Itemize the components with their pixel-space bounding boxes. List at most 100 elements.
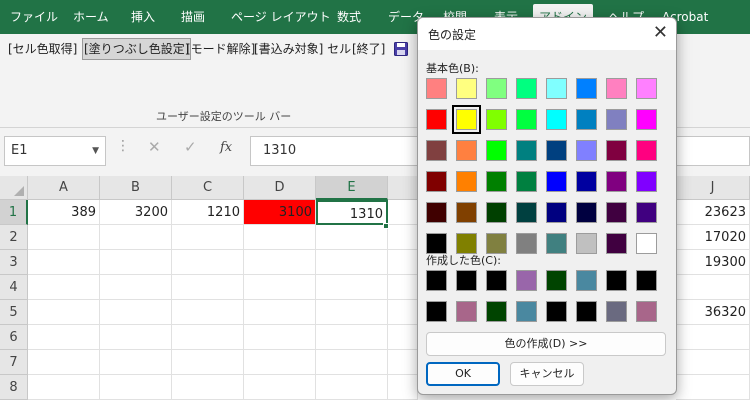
tab-file[interactable]: ファイル — [10, 0, 58, 34]
basic-color-swatch[interactable] — [606, 140, 627, 161]
basic-color-swatch[interactable] — [456, 140, 477, 161]
custom-color-swatch[interactable] — [426, 301, 447, 322]
empty-cell[interactable] — [316, 325, 388, 350]
enter-icon[interactable]: ✓ — [184, 138, 197, 156]
empty-cell[interactable] — [316, 300, 388, 325]
basic-color-swatch[interactable] — [636, 202, 657, 223]
cell-c1[interactable]: 1210 — [172, 200, 244, 225]
col-header-c[interactable]: C — [172, 176, 244, 200]
tab-draw[interactable]: 描画 — [181, 0, 205, 34]
empty-cell[interactable] — [316, 275, 388, 300]
get-cell-color-button[interactable]: [セル色取得] — [6, 38, 79, 60]
col-header-e[interactable]: E — [316, 176, 388, 200]
basic-color-swatch[interactable] — [426, 140, 447, 161]
chevron-down-icon[interactable]: ▼ — [92, 137, 99, 165]
basic-color-swatch[interactable] — [606, 202, 627, 223]
empty-cell[interactable] — [172, 350, 244, 375]
tab-page-layout[interactable]: ページ レイアウト — [231, 0, 331, 34]
close-icon[interactable]: ✕ — [653, 22, 668, 43]
empty-cell[interactable] — [388, 225, 418, 250]
basic-color-swatch[interactable] — [452, 105, 481, 134]
empty-cell[interactable] — [244, 325, 316, 350]
cell-j3[interactable]: 19300 — [676, 250, 750, 275]
col-header-b[interactable]: B — [100, 176, 172, 200]
empty-cell[interactable] — [28, 325, 100, 350]
write-target-button[interactable]: [書込み対象] セル — [252, 38, 353, 60]
empty-cell[interactable] — [388, 300, 418, 325]
empty-cell[interactable] — [316, 375, 388, 400]
custom-color-swatch[interactable] — [636, 270, 657, 291]
basic-color-swatch[interactable] — [486, 171, 507, 192]
basic-color-swatch[interactable] — [426, 109, 447, 130]
empty-cell[interactable] — [100, 250, 172, 275]
cell-j4[interactable] — [676, 275, 750, 300]
basic-color-swatch[interactable] — [576, 233, 597, 254]
dialog-titlebar[interactable]: 色の設定 ✕ — [418, 18, 676, 50]
cell-j5[interactable]: 36320 — [676, 300, 750, 325]
basic-color-swatch[interactable] — [486, 109, 507, 130]
empty-cell[interactable] — [100, 325, 172, 350]
custom-color-swatch[interactable] — [546, 270, 567, 291]
tab-formulas[interactable]: 数式 — [337, 0, 361, 34]
basic-color-swatch[interactable] — [636, 78, 657, 99]
row-header-7[interactable]: 7 — [0, 350, 28, 375]
custom-color-swatch[interactable] — [606, 270, 627, 291]
row-header-6[interactable]: 6 — [0, 325, 28, 350]
empty-cell[interactable] — [316, 225, 388, 250]
custom-color-swatch[interactable] — [426, 270, 447, 291]
basic-color-swatch[interactable] — [576, 140, 597, 161]
row-header-4[interactable]: 4 — [0, 275, 28, 300]
empty-cell[interactable] — [28, 225, 100, 250]
empty-cell[interactable] — [244, 375, 316, 400]
select-all-button[interactable] — [0, 176, 28, 200]
basic-color-swatch[interactable] — [636, 171, 657, 192]
basic-color-swatch[interactable] — [576, 109, 597, 130]
empty-cell[interactable] — [172, 250, 244, 275]
empty-cell[interactable] — [172, 375, 244, 400]
basic-color-swatch[interactable] — [546, 233, 567, 254]
custom-color-swatch[interactable] — [516, 270, 537, 291]
custom-color-swatch[interactable] — [576, 270, 597, 291]
row-header-3[interactable]: 3 — [0, 250, 28, 275]
col-header-f[interactable] — [388, 176, 418, 200]
basic-color-swatch[interactable] — [546, 78, 567, 99]
basic-color-swatch[interactable] — [426, 202, 447, 223]
basic-color-swatch[interactable] — [516, 233, 537, 254]
col-header-a[interactable]: A — [28, 176, 100, 200]
cell-b1[interactable]: 3200 — [100, 200, 172, 225]
basic-color-swatch[interactable] — [516, 171, 537, 192]
basic-color-swatch[interactable] — [426, 171, 447, 192]
basic-color-swatch[interactable] — [516, 78, 537, 99]
basic-color-swatch[interactable] — [486, 78, 507, 99]
empty-cell[interactable] — [244, 300, 316, 325]
cell-j2[interactable]: 17020 — [676, 225, 750, 250]
basic-color-swatch[interactable] — [546, 171, 567, 192]
empty-cell[interactable] — [388, 375, 418, 400]
basic-color-swatch[interactable] — [576, 171, 597, 192]
basic-color-swatch[interactable] — [426, 233, 447, 254]
basic-color-swatch[interactable] — [606, 171, 627, 192]
ok-button[interactable]: OK — [426, 362, 500, 386]
basic-color-swatch[interactable] — [636, 109, 657, 130]
basic-color-swatch[interactable] — [516, 109, 537, 130]
set-fill-color-button[interactable]: [塗りつぶし色設定] — [82, 38, 192, 60]
basic-color-swatch[interactable] — [576, 202, 597, 223]
basic-color-swatch[interactable] — [456, 202, 477, 223]
empty-cell[interactable] — [316, 350, 388, 375]
basic-color-swatch[interactable] — [486, 202, 507, 223]
tab-insert[interactable]: 挿入 — [131, 0, 155, 34]
row-header-1[interactable]: 1 — [0, 200, 28, 225]
cancel-button[interactable]: キャンセル — [510, 362, 584, 386]
cell-a1[interactable]: 389 — [28, 200, 100, 225]
basic-color-swatch[interactable] — [546, 202, 567, 223]
empty-cell[interactable] — [388, 250, 418, 275]
basic-color-swatch[interactable] — [606, 109, 627, 130]
basic-color-swatch[interactable] — [486, 233, 507, 254]
empty-cell[interactable] — [316, 250, 388, 275]
empty-cell[interactable] — [172, 225, 244, 250]
cell-j8[interactable] — [676, 375, 750, 400]
empty-cell[interactable] — [388, 350, 418, 375]
custom-color-swatch[interactable] — [576, 301, 597, 322]
custom-color-swatch[interactable] — [546, 301, 567, 322]
basic-color-swatch[interactable] — [576, 78, 597, 99]
